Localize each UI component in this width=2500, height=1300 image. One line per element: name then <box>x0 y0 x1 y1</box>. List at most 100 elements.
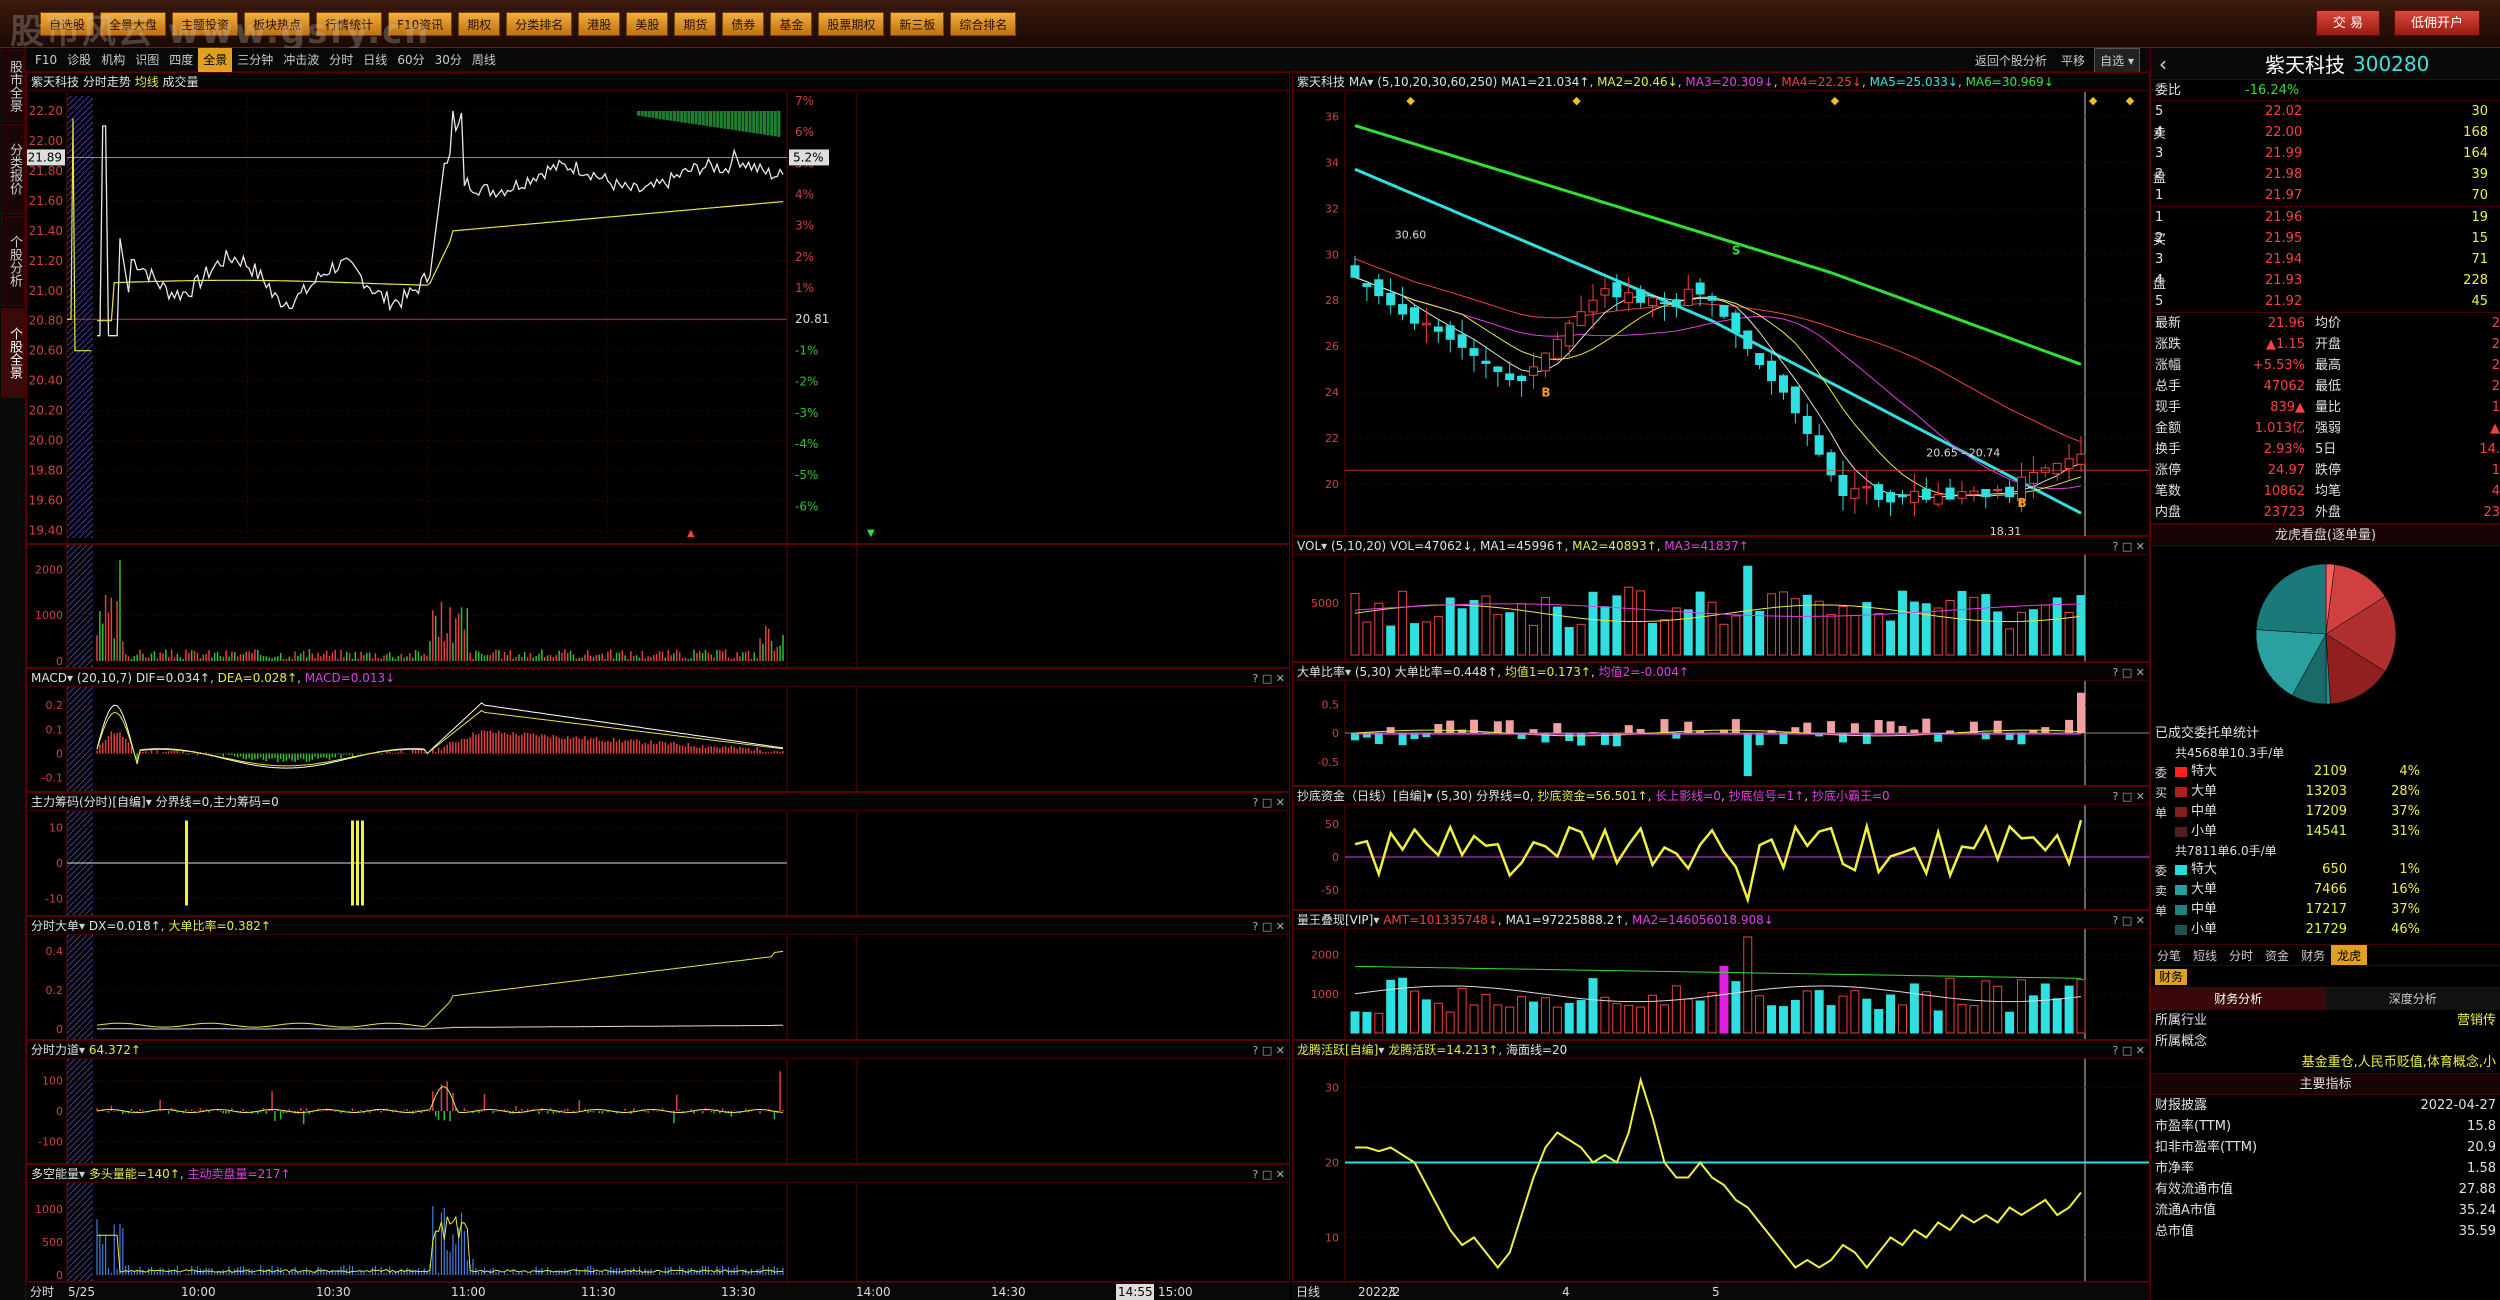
open-account-button[interactable]: 低佣开户 <box>2393 10 2480 36</box>
back-to-analysis-button[interactable]: 返回个股分析 <box>1970 49 2052 73</box>
tab-category-quotes[interactable]: 分类报价 <box>1 124 25 214</box>
order-kind: 小单 <box>2191 922 2218 937</box>
menu-item[interactable]: 板块热点 <box>244 12 311 36</box>
panel-controls-icon[interactable]: ? □ ✕ <box>1253 1042 1285 1060</box>
trade-button[interactable]: 交 易 <box>2315 10 2380 36</box>
right-tab[interactable]: 分时 <box>2223 945 2259 965</box>
intraday-volume-panel: 2000 1000 0 <box>26 544 1290 668</box>
toolbar-item[interactable]: 全景 <box>198 48 233 72</box>
toolbar-item[interactable]: 机构 <box>96 48 130 72</box>
level-price: 21.95 <box>2265 231 2303 246</box>
menu-item[interactable]: 期货 <box>674 12 717 36</box>
energy-chart[interactable]: 1000 500 0 <box>27 1183 1289 1281</box>
volume-king-chart[interactable]: 2000 1000 <box>1293 929 2149 1039</box>
toolbar-item[interactable]: 识图 <box>130 48 164 72</box>
toolbar-item[interactable]: 诊股 <box>62 48 96 72</box>
tick-label: 0.5 <box>1322 698 1340 711</box>
current-price-label: 21.89 <box>28 150 62 164</box>
menu-item[interactable]: 新三板 <box>890 12 945 36</box>
intraday-title: 紫天科技 分时走势 均线 成交量 <box>27 73 1289 91</box>
ratio-chart[interactable]: 0.5 0 -0.5 <box>1293 681 2149 785</box>
macd-chart[interactable]: 0.2 0.1 0 -0.1 <box>27 687 1289 791</box>
toolbar-item[interactable]: 四度 <box>164 48 198 72</box>
bottom-fund-chart[interactable]: 50 0 -50 <box>1293 805 2149 909</box>
menu-item[interactable]: 基金 <box>770 12 813 36</box>
menu-item[interactable]: 自选股 <box>40 12 95 36</box>
time-tick-label: 13:30 <box>721 1285 756 1299</box>
main-chips-chart[interactable]: 10 0 -10 <box>27 811 1289 915</box>
stat-value: ▲1.15 <box>2266 337 2305 352</box>
intraday-volume-chart[interactable]: 2000 1000 0 <box>27 545 1289 667</box>
menu-item[interactable]: 行情统计 <box>316 12 383 36</box>
tab-stock-panorama[interactable]: 个股全景 <box>1 308 25 398</box>
toolbar-item[interactable]: 30分 <box>430 48 467 72</box>
daily-volume-chart[interactable]: 5000 <box>1293 555 2149 661</box>
fin-analysis-tab[interactable]: 财务分析 <box>2151 988 2326 1010</box>
tab-stock-analysis[interactable]: 个股分析 <box>1 216 25 306</box>
order-bar <box>683 110 687 123</box>
candle-body <box>1671 299 1681 308</box>
back-arrow-icon[interactable]: ‹ <box>2151 52 2175 76</box>
order-pct: 4% <box>2399 764 2420 779</box>
intraday-price-chart[interactable]: 22.20 22.00 21.80 21.60 21.40 21.20 21.00 20.80… <box>27 92 1289 544</box>
menu-item[interactable]: 股票期权 <box>818 12 885 36</box>
daily-candlestick-chart[interactable]: 36 34 32 30 28 26 24 22 20 30.60 18.31 20.65 - 20.7… <box>1293 92 2149 536</box>
panel-controls-icon[interactable]: ? □ ✕ <box>2113 664 2145 682</box>
right-tab[interactable]: 资金 <box>2259 945 2295 965</box>
panel-controls-icon[interactable]: ? □ ✕ <box>2113 912 2145 930</box>
panel-controls-icon[interactable]: ? □ ✕ <box>2113 1042 2145 1060</box>
menu-item[interactable]: 主题投资 <box>172 12 239 36</box>
dragon-active-chart[interactable]: 30 20 10 <box>1293 1059 2149 1281</box>
panel-controls-icon[interactable]: ? □ ✕ <box>1253 670 1285 688</box>
menu-item[interactable]: 全景大盘 <box>100 12 167 36</box>
deep-analysis-tab[interactable]: 深度分析 <box>2325 988 2500 1010</box>
candle-body <box>1993 489 2003 492</box>
right-tab[interactable]: 短线 <box>2187 945 2223 965</box>
toolbar-item[interactable]: F10 <box>30 48 62 72</box>
order-row: 中单 17209 37% <box>2151 802 2500 822</box>
amount-bar <box>1350 1011 1360 1034</box>
toolbar-item[interactable]: 三分钟 <box>232 48 278 72</box>
finance-tab[interactable]: 财务 <box>2155 969 2188 985</box>
menu-item[interactable]: F10资讯 <box>388 12 453 36</box>
chips-bar <box>356 820 359 906</box>
candle-body <box>1648 297 1658 307</box>
daily-date-axis: 日线 2022/2 3 4 5 <box>1292 1282 2150 1300</box>
toolbar-item[interactable]: 日线 <box>358 48 392 72</box>
panel-controls-icon[interactable]: ? □ ✕ <box>2113 788 2145 806</box>
toolbar-item[interactable]: 周线 <box>467 48 501 72</box>
panel-controls-icon[interactable]: ? □ ✕ <box>1253 794 1285 812</box>
candle-body <box>2052 462 2062 475</box>
tick-label: 2000 <box>35 563 63 576</box>
price-tick-label: 22.00 <box>29 134 63 148</box>
indicator-label: 市净率 <box>2155 1161 2195 1176</box>
menu-item[interactable]: 综合排名 <box>950 12 1017 36</box>
panel-controls-icon[interactable]: ? □ ✕ <box>1253 1166 1285 1184</box>
toolbar-item[interactable]: 60分 <box>392 48 429 72</box>
menu-item[interactable]: 债券 <box>722 12 765 36</box>
ratio-bar <box>1386 727 1395 733</box>
pct-tick-label: 4% <box>795 188 814 202</box>
candle-body <box>2005 486 2015 498</box>
candle-body <box>1874 484 1884 500</box>
menu-item[interactable]: 港股 <box>578 12 621 36</box>
pan-button[interactable]: 平移 <box>2056 49 2090 73</box>
toolbar-item[interactable]: 冲击波 <box>278 48 324 72</box>
toolbar-item[interactable]: 分时 <box>324 48 358 72</box>
right-tab[interactable]: 龙虎 <box>2331 945 2368 965</box>
candle-body <box>1659 302 1669 305</box>
right-tab[interactable]: 财务 <box>2295 945 2331 965</box>
order-bar <box>719 110 723 129</box>
watchlist-select[interactable]: 自选 ▾ <box>2094 48 2140 74</box>
menu-item[interactable]: 分类排名 <box>506 12 573 36</box>
menu-item[interactable]: 美股 <box>626 12 669 36</box>
big-order-chart[interactable]: 0.4 0.2 0 <box>27 935 1289 1039</box>
menu-item[interactable]: 期权 <box>458 12 501 36</box>
candle-body <box>1981 488 1991 498</box>
big-order-title: 分时大单▾ DX=0.018↑, 大单比率=0.382↑? □ ✕ <box>27 917 1289 935</box>
right-tab[interactable]: 分笔 <box>2151 945 2187 965</box>
tab-market-overview[interactable]: 股市全景 <box>1 50 25 122</box>
panel-controls-icon[interactable]: ? □ ✕ <box>2113 538 2145 556</box>
panel-controls-icon[interactable]: ? □ ✕ <box>1253 918 1285 936</box>
force-chart[interactable]: 100 0 -100 <box>27 1059 1289 1163</box>
